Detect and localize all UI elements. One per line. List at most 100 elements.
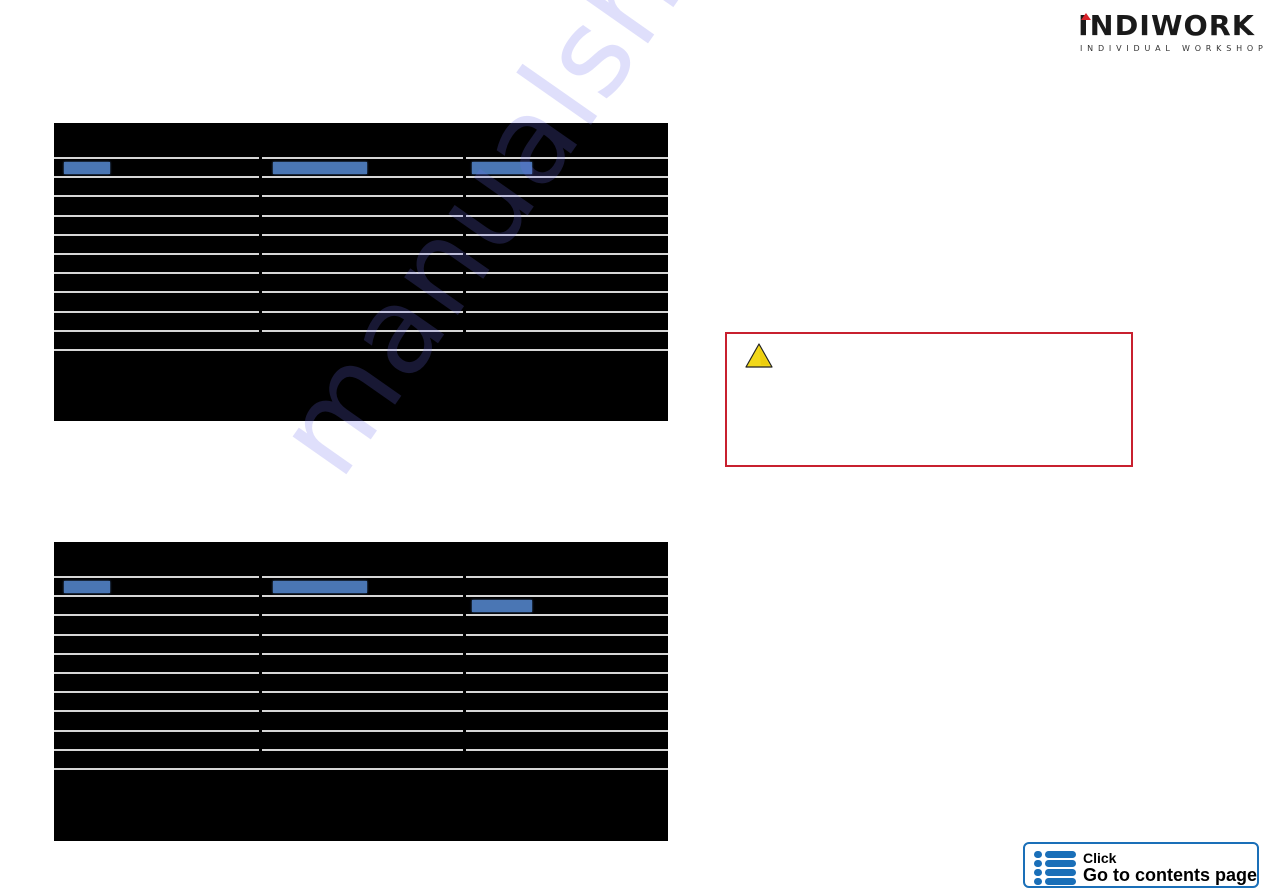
table-row [54,272,668,291]
row-divider [54,233,259,236]
table-cell [466,214,668,234]
table-cell [262,614,463,633]
button-label-contents: Go to contents page [1083,865,1258,885]
list-icon [1034,851,1076,885]
table-cell [54,614,259,633]
row-divider [54,253,259,255]
row-divider [466,214,668,217]
go-to-contents-button[interactable]: Click Go to contents page [1023,842,1259,888]
row-divider [262,176,463,179]
table-cell [466,576,668,595]
row-divider [466,595,668,598]
row-divider [262,729,463,732]
row-divider [466,710,668,713]
row-divider [54,691,259,694]
table-cell [54,576,259,595]
row-divider [262,595,463,598]
highlighted-value [472,600,532,613]
row-divider [262,214,463,217]
table-cell [466,157,668,176]
table-cell [54,214,259,234]
table-cell [262,214,463,234]
table-cell [54,329,259,349]
table-cell [262,272,463,291]
table-cell [54,672,259,691]
highlighted-value [472,162,532,174]
table-cell [54,157,259,176]
table-row [54,748,668,768]
table-cell [466,710,668,729]
table-cell [262,748,463,768]
row-divider [262,329,463,332]
row-divider [54,614,259,617]
table-cell [262,729,463,749]
table-row [54,595,668,614]
row-divider [262,157,463,159]
table-cell [262,291,463,310]
row-divider [262,310,463,313]
highlighted-value [64,581,110,593]
row-divider [466,272,668,275]
row-divider [54,595,259,598]
table-cell [54,710,259,729]
table-cell [54,272,259,291]
row-divider [54,672,259,674]
row-divider [466,614,668,617]
spec-table-1 [54,123,668,421]
button-label-click: Click [1083,850,1117,866]
row-divider [262,233,463,236]
table-cell [466,291,668,310]
row-divider [466,633,668,636]
row-divider [262,652,463,655]
row-divider [54,710,259,713]
table-row [54,652,668,672]
table-cell [262,176,463,195]
row-divider [466,157,668,159]
table-cell [466,672,668,691]
row-divider [262,710,463,713]
table-cell [466,614,668,633]
indiwork-logo: INDIWORK INDIVIDUAL WORKSHOP [1078,10,1263,54]
table-cell [54,195,259,214]
row-divider [466,291,668,294]
table-cell [466,633,668,653]
table-cell [466,729,668,749]
table-header [54,123,668,157]
row-divider [54,748,259,751]
table-cell [262,233,463,253]
row-divider [466,195,668,198]
highlighted-value [273,162,367,174]
table-row [54,214,668,234]
highlighted-value [273,581,367,593]
row-divider [262,576,463,578]
row-divider [262,291,463,294]
row-divider [466,329,668,332]
logo-tagline: INDIVIDUAL WORKSHOP [1080,44,1263,53]
table-row [54,710,668,729]
table-cell [466,595,668,614]
table-row [54,329,668,349]
table-cell [54,633,259,653]
table-footer [54,769,668,841]
table-row [54,176,668,195]
row-divider [54,291,259,294]
table-cell [466,233,668,253]
table-cell [54,291,259,310]
table-cell [466,310,668,330]
table-row [54,233,668,253]
table-cell [262,310,463,330]
table-cell [54,595,259,614]
table-cell [54,691,259,710]
row-divider [54,195,259,198]
row-divider [466,233,668,236]
row-divider [54,214,259,217]
row-divider [466,672,668,674]
table-row [54,576,668,595]
table-row [54,310,668,330]
logo-accent-mark [1081,13,1091,20]
table-row [54,614,668,633]
row-divider [262,672,463,674]
table-row [54,157,668,176]
table-cell [54,310,259,330]
table-cell [54,729,259,749]
